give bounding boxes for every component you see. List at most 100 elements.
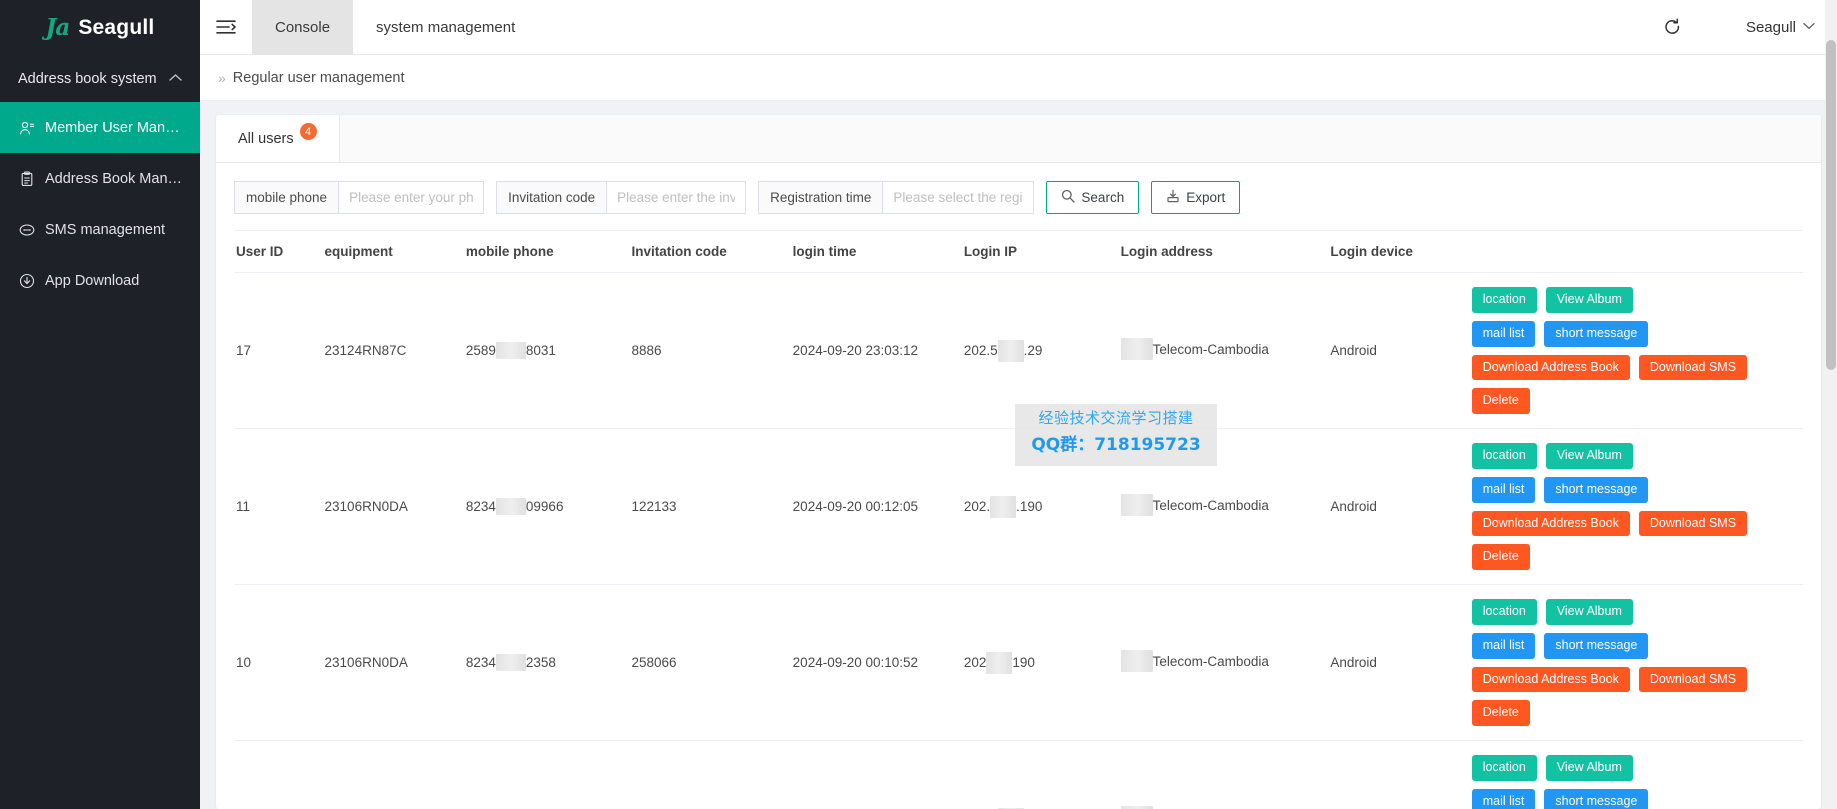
action-short-message-button[interactable]: short message: [1544, 320, 1649, 347]
action-view-album-button[interactable]: View Album: [1545, 755, 1633, 781]
cell-login-time: 2024-09-20 00:12:05: [792, 428, 964, 585]
action-delete-button[interactable]: Delete: [1471, 700, 1530, 726]
action-short-message-button[interactable]: short message: [1544, 476, 1649, 503]
filter-invitation-code: Invitation code: [496, 181, 747, 214]
invitation-code-input[interactable]: [606, 181, 747, 214]
action-delete-button[interactable]: Delete: [1471, 544, 1530, 570]
redaction-mask: [997, 339, 1024, 362]
tab-system-management[interactable]: system management: [353, 0, 538, 55]
redaction-mask: [1120, 494, 1153, 516]
redaction-mask: [495, 342, 526, 359]
cell-login-time: 2024-09-20 00:09:55: [792, 740, 964, 809]
cell-login-ip: 202.5.29: [963, 272, 1121, 429]
action-view-album-button[interactable]: View Album: [1545, 443, 1633, 469]
filter-registration-time-label: Registration time: [758, 181, 883, 214]
sidebar-item-address-book-management[interactable]: Address Book Mana...: [0, 153, 200, 204]
action-location-button[interactable]: location: [1471, 599, 1537, 625]
action-short-message-button[interactable]: short message: [1544, 632, 1649, 659]
page-scrollbar[interactable]: [1825, 0, 1837, 809]
action-view-album-button[interactable]: View Album: [1545, 287, 1633, 313]
chevron-down-icon: [1803, 21, 1815, 33]
action-row: Delete: [1471, 700, 1762, 726]
card-tabs: All users 4: [216, 115, 1821, 163]
action-mail-list-button[interactable]: mail list: [1471, 320, 1536, 347]
action-download-sms-button[interactable]: Download SMS: [1638, 510, 1748, 537]
action-location-button[interactable]: location: [1471, 755, 1537, 781]
action-row: location View Album: [1471, 443, 1762, 469]
sidebar-group-address-book-system[interactable]: Address book system: [0, 55, 200, 102]
action-short-message-button[interactable]: short message: [1544, 788, 1649, 809]
filter-mobile-phone-label: mobile phone: [234, 181, 339, 214]
mobile-phone-input[interactable]: [338, 181, 485, 214]
th-invitation-code: Invitation code: [631, 230, 793, 273]
action-mail-list-button[interactable]: mail list: [1471, 788, 1536, 809]
brand-logo[interactable]: Ja Seagull: [0, 0, 200, 55]
search-button[interactable]: Search: [1046, 181, 1140, 214]
cell-login-ip: 202 190: [963, 584, 1121, 741]
th-actions: [1471, 230, 1803, 273]
filter-bar: mobile phone Invitation code Registratio…: [216, 163, 1821, 230]
brand-name: Seagull: [78, 15, 155, 39]
cell-invitation-code: 258066: [631, 584, 793, 741]
action-location-button[interactable]: location: [1471, 287, 1537, 313]
redaction-mask: [986, 651, 1013, 674]
action-download-sms-button[interactable]: Download SMS: [1638, 354, 1748, 381]
action-delete-button[interactable]: Delete: [1471, 388, 1530, 414]
tab-console[interactable]: Console: [252, 0, 354, 55]
cell-mobile-phone: 82342358: [465, 584, 632, 741]
page-scrollbar-thumb[interactable]: [1826, 40, 1836, 370]
action-download-address-book-button[interactable]: Download Address Book: [1471, 354, 1630, 381]
cell-actions: location View Album mail list short message…: [1471, 584, 1803, 741]
cell-login-device: Android: [1330, 584, 1472, 741]
filter-mobile-phone: mobile phone: [234, 181, 485, 214]
registration-time-input[interactable]: [882, 181, 1035, 214]
sidebar-item-member-user-management[interactable]: Member User Mana...: [0, 102, 200, 153]
table-row: 11 23106RN0DA 8234 09966 122133 2024-09-20 00…: [234, 428, 1803, 585]
sidebar-item-app-download[interactable]: App Download: [0, 255, 200, 306]
th-user-id: User ID: [234, 230, 325, 273]
th-mobile-phone: mobile phone: [465, 230, 632, 273]
hamburger-icon[interactable]: [200, 0, 252, 54]
action-row: location View Album: [1471, 755, 1762, 781]
action-mail-list-button[interactable]: mail list: [1471, 632, 1536, 659]
table-body: 17 23124RN87C 2589 8031 8886 2024-09-20 23:03…: [234, 272, 1803, 809]
user-menu[interactable]: Seagull: [1706, 19, 1815, 36]
download-circle-icon: [18, 272, 35, 289]
action-mail-list-button[interactable]: mail list: [1471, 476, 1536, 503]
th-login-time: login time: [792, 230, 964, 273]
action-download-address-book-button[interactable]: Download Address Book: [1471, 666, 1630, 693]
action-row: Delete: [1471, 544, 1762, 570]
cell-invitation-code: 258099: [631, 740, 793, 809]
cell-equipment: 23106RN0DA: [324, 740, 466, 809]
cell-login-address: Telecom-Cambodia: [1120, 428, 1331, 585]
tab-all-users[interactable]: All users 4: [216, 115, 340, 162]
refresh-icon[interactable]: [1640, 0, 1706, 55]
row-action-group: location View Album mail list short message…: [1471, 443, 1762, 570]
action-download-sms-button[interactable]: Download SMS: [1638, 666, 1748, 693]
table-header-row: User ID equipment mobile phone Invitatio…: [234, 230, 1803, 273]
export-icon: [1166, 189, 1180, 206]
cell-user-id: 9: [234, 740, 325, 809]
cell-invitation-code: 8886: [631, 272, 793, 429]
cell-login-address: Telecom-Cambodia: [1120, 740, 1331, 809]
cell-invitation-code: 122133: [631, 428, 793, 585]
topbar-right: Seagull: [1640, 0, 1837, 54]
sidebar-item-sms-management[interactable]: SMS management: [0, 204, 200, 255]
content-wrapper: All users 4 mobile phone Invitation code: [200, 101, 1837, 809]
table-row: 17 23124RN87C 2589 8031 8886 2024-09-20 23:03…: [234, 272, 1803, 429]
status-badge: 4: [299, 123, 317, 140]
cell-mobile-phone: 82342358: [465, 740, 632, 809]
sidebar: Ja Seagull Address book system Member Us…: [0, 0, 200, 809]
action-row: mail list short message: [1471, 476, 1762, 503]
export-button[interactable]: Export: [1151, 181, 1241, 214]
table-row: 923106RN0DA823423582580992024-09-20 00:0…: [234, 740, 1803, 809]
action-view-album-button[interactable]: View Album: [1545, 599, 1633, 625]
tab-all-users-label: All users: [238, 130, 294, 147]
cell-mobile-phone: 2589 8031: [465, 272, 632, 429]
action-download-address-book-button[interactable]: Download Address Book: [1471, 510, 1630, 537]
clipboard-icon: [18, 170, 35, 187]
th-login-address: Login address: [1120, 230, 1331, 273]
action-row: location View Album: [1471, 599, 1762, 625]
action-location-button[interactable]: location: [1471, 443, 1537, 469]
cell-actions: location View Album mail list short message…: [1471, 272, 1803, 429]
